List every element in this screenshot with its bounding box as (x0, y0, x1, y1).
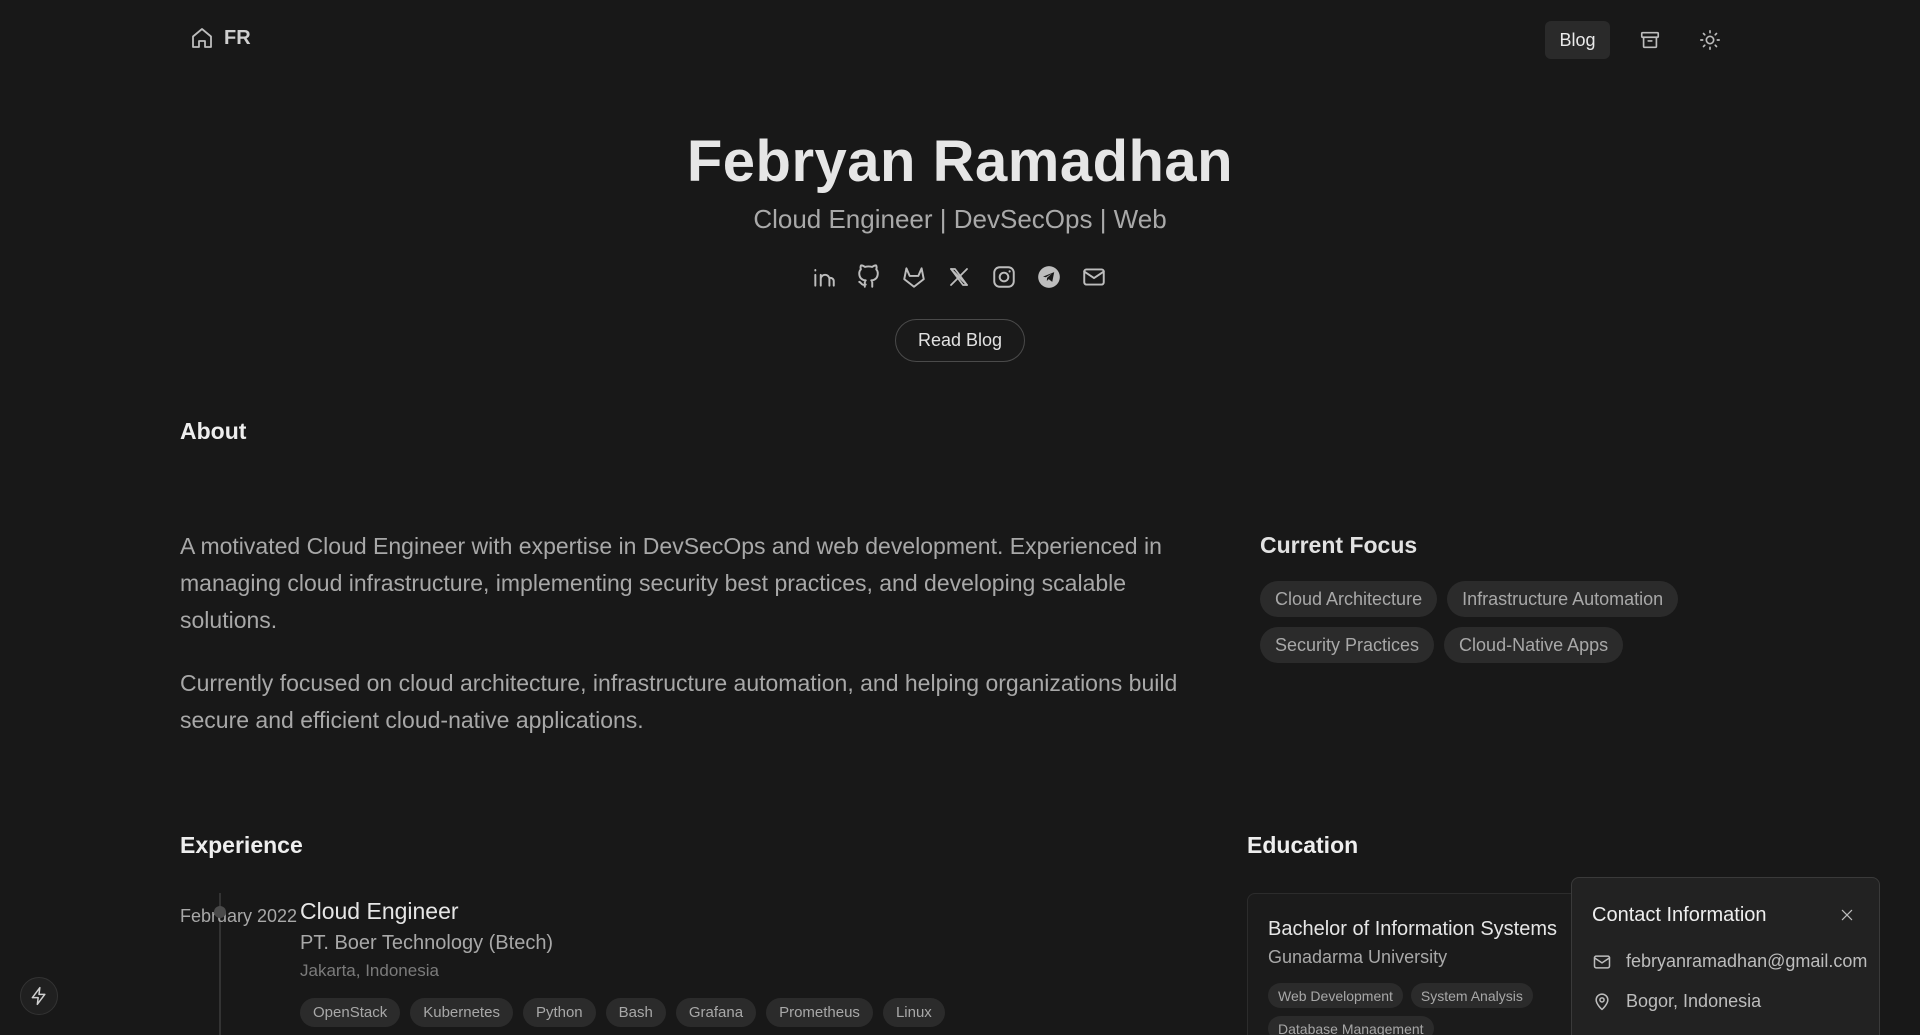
experience-date: February 2022 (180, 906, 298, 926)
experience-company: PT. Boer Technology (Btech) (300, 932, 554, 954)
hero-subtitle: Cloud Engineer | DevSecOps | Web (753, 204, 1167, 234)
contact-title: Contact Information (1592, 904, 1767, 926)
close-icon[interactable] (1837, 905, 1857, 925)
x-icon[interactable] (945, 262, 973, 292)
contact-location-text: Bogor, Indonesia (1626, 991, 1762, 1011)
archive-icon[interactable] (1636, 26, 1664, 54)
contact-location: Bogor, Indonesia (1592, 991, 1761, 1012)
education-tag: System Analysis (1410, 983, 1533, 1008)
mail-icon (1592, 952, 1612, 972)
mail-icon[interactable] (1080, 262, 1108, 292)
education-card: Bachelor of Information Systems Gunadarm… (1247, 893, 1587, 1035)
experience-title: Experience (180, 832, 303, 858)
skill-tag: Kubernetes (410, 998, 513, 1027)
instagram-icon[interactable] (990, 262, 1018, 292)
skill-tag: OpenStack (300, 998, 401, 1027)
skill-tag: Python (522, 998, 596, 1027)
experience-tags: OpenStack Kubernetes Python Bash Grafana… (300, 998, 945, 1027)
sun-icon[interactable] (1696, 26, 1724, 54)
brand-text: FR (224, 26, 251, 49)
focus-tag: Cloud-Native Apps (1444, 627, 1624, 663)
telegram-icon[interactable] (1035, 262, 1063, 292)
github-icon[interactable] (855, 262, 883, 292)
current-focus-title: Current Focus (1260, 532, 1418, 558)
home-link[interactable]: FR (190, 26, 251, 50)
skill-tag: Grafana (675, 998, 757, 1027)
skill-tag: Bash (605, 998, 666, 1027)
social-links (810, 262, 1108, 292)
contact-info-popup: Contact Information febryanramadhan@gmai… (1571, 877, 1880, 1035)
hero-name: Febryan Ramadhan (686, 129, 1234, 194)
home-icon (190, 26, 214, 50)
nav-blog-button[interactable]: Blog (1545, 21, 1610, 59)
about-paragraph: A motivated Cloud Engineer with expertis… (180, 533, 1162, 633)
focus-tag: Infrastructure Automation (1447, 581, 1679, 617)
timeline-dot (214, 906, 226, 918)
site-header: FR Blog (0, 0, 1920, 84)
focus-tag: Cloud Architecture (1260, 581, 1438, 617)
read-blog-button[interactable]: Read Blog (895, 319, 1025, 362)
education-tag: Database Management (1268, 1016, 1434, 1035)
experience-location: Jakarta, Indonesia (300, 961, 439, 980)
gitlab-icon[interactable] (900, 262, 928, 292)
experience-role: Cloud Engineer (300, 898, 459, 924)
contact-email-text: febryanramadhan@gmail.com (1626, 951, 1868, 971)
education-tags: Web Development System Analysis Database… (1268, 983, 1568, 1035)
skill-tag: Linux (882, 998, 945, 1027)
linkedin-icon[interactable] (810, 262, 838, 292)
skill-tag: Prometheus (766, 998, 873, 1027)
current-focus-tags: Cloud Architecture Infrastructure Automa… (1260, 581, 1720, 663)
map-pin-icon (1592, 992, 1612, 1012)
about-title: About (180, 418, 247, 444)
focus-tag: Security Practices (1260, 627, 1435, 663)
education-school: Gunadarma University (1268, 947, 1448, 967)
education-tag: Web Development (1268, 983, 1403, 1008)
lightning-icon[interactable] (20, 977, 58, 1015)
contact-email[interactable]: febryanramadhan@gmail.com (1592, 951, 1867, 972)
about-paragraph: Currently focused on cloud architecture,… (180, 670, 1178, 733)
education-title: Education (1247, 832, 1359, 858)
education-degree: Bachelor of Information Systems (1268, 918, 1558, 940)
